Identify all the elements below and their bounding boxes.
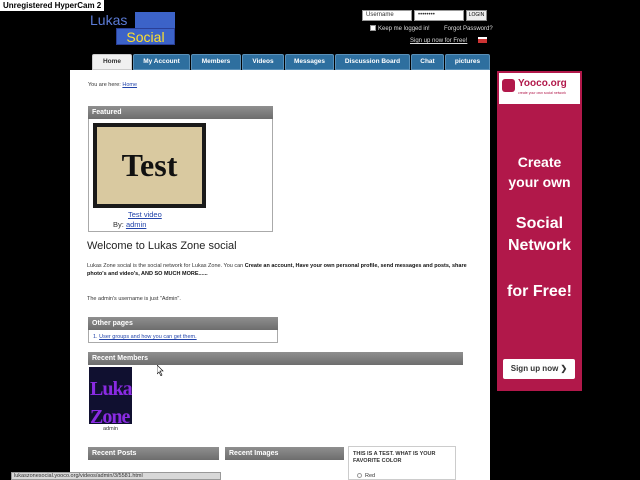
ad-line4: Network: [507, 237, 572, 254]
logo-text-line1: Lukas: [90, 12, 128, 28]
keep-logged-in-checkbox[interactable]: [370, 25, 376, 32]
recent-members-header: Recent Members: [88, 352, 463, 365]
thumbnail-text: Test: [97, 127, 202, 204]
featured-box: Test Test video By: admin: [88, 119, 273, 232]
ad-signup-button[interactable]: Sign up now ❯: [503, 359, 575, 379]
forgot-password-link[interactable]: Forgot Password?: [444, 25, 493, 33]
username-field[interactable]: Username: [362, 10, 412, 21]
browser-page: Unregistered HyperCam 2 Lukas Zone Socia…: [0, 0, 640, 480]
featured-video-thumbnail[interactable]: Test: [93, 123, 206, 208]
other-pages-box: 1. User groups and how you can get them.: [88, 330, 278, 343]
yooco-logo-icon: [502, 79, 515, 92]
login-button[interactable]: LOGIN: [466, 10, 487, 21]
welcome-heading: Welcome to Lukas Zone social: [87, 240, 237, 252]
other-pages-header: Other pages: [88, 317, 278, 330]
tab-pictures[interactable]: pictures: [445, 54, 490, 70]
ad-header: Yooco.org create your own social network: [497, 71, 582, 106]
status-bar: lukaszonesocial.yooco.org/videos/admin/3…: [11, 472, 221, 480]
tab-home[interactable]: Home: [92, 54, 132, 70]
featured-header: Featured: [88, 106, 273, 119]
poll-radio[interactable]: [357, 473, 362, 479]
featured-video-author: By: admin: [113, 220, 146, 229]
member-avatar[interactable]: Lukas Zone: [89, 367, 132, 424]
poll-option[interactable]: Red: [357, 473, 375, 479]
breadcrumb-prefix: You are here:: [88, 82, 121, 88]
ad-line3: Social: [515, 215, 564, 232]
password-field[interactable]: ••••••••: [414, 10, 464, 21]
avatar-text: Lukas Zone: [90, 378, 132, 424]
tab-chat[interactable]: Chat: [411, 54, 444, 70]
logo-text-line2: Zone: [135, 12, 175, 28]
intro-text: Lukas Zone social is the social network …: [87, 263, 245, 269]
tab-messages[interactable]: Messages: [285, 54, 334, 70]
author-link[interactable]: admin: [126, 220, 146, 229]
logo-text-line3: Social: [116, 28, 175, 45]
poll-question: THIS IS A TEST. WHAT IS YOUR FAVORITE CO…: [353, 451, 436, 464]
ad-brand: Yooco.org: [518, 78, 567, 89]
recent-posts-header: Recent Posts: [88, 447, 219, 460]
breadcrumb: You are here: Home: [88, 82, 137, 88]
keep-logged-in[interactable]: Keep me logged in!: [370, 25, 430, 33]
yooco-ad-banner[interactable]: Yooco.org create your own social network…: [497, 71, 582, 391]
poll-option-label: Red: [365, 473, 376, 479]
signup-link[interactable]: Sign up now for Free!: [410, 37, 467, 45]
tab-discussion-board[interactable]: Discussion Board: [335, 54, 410, 70]
recorder-banner: Unregistered HyperCam 2: [0, 0, 105, 11]
other-pages-link[interactable]: User groups and how you can get them.: [99, 334, 197, 340]
breadcrumb-home-link[interactable]: Home: [122, 82, 137, 88]
tab-members[interactable]: Members: [191, 54, 241, 70]
ad-tagline: create your own social network: [518, 91, 567, 95]
ad-line2: your own: [508, 174, 571, 190]
main-content: You are here: Home Featured Test Test vi…: [70, 70, 490, 480]
poll-box: THIS IS A TEST. WHAT IS YOUR FAVORITE CO…: [348, 446, 456, 480]
ad-line5: for Free!: [507, 283, 572, 300]
main-nav: Home My Account Members Videos Messages …: [90, 54, 492, 70]
tab-videos[interactable]: Videos: [242, 54, 284, 70]
recent-images-header: Recent Images: [225, 447, 344, 460]
tab-my-account[interactable]: My Account: [133, 54, 190, 70]
ad-line1: Create: [517, 154, 562, 170]
member-name[interactable]: admin: [103, 426, 118, 432]
mouse-cursor-icon: [157, 365, 164, 376]
welcome-intro: Lukas Zone social is the social network …: [87, 262, 467, 278]
featured-video-title[interactable]: Test video: [128, 210, 162, 219]
keep-logged-in-label: Keep me logged in!: [378, 26, 430, 32]
by-label: By:: [113, 220, 124, 229]
language-flag-icon[interactable]: [478, 37, 487, 43]
other-pages-item[interactable]: 1. User groups and how you can get them.: [93, 334, 197, 340]
admin-note: The admin's username is just "Admin".: [87, 296, 181, 302]
chevron-right-icon: ❯: [560, 364, 568, 373]
ad-signup-label: Sign up now: [510, 364, 559, 373]
site-logo[interactable]: Lukas Zone Social: [90, 12, 176, 46]
